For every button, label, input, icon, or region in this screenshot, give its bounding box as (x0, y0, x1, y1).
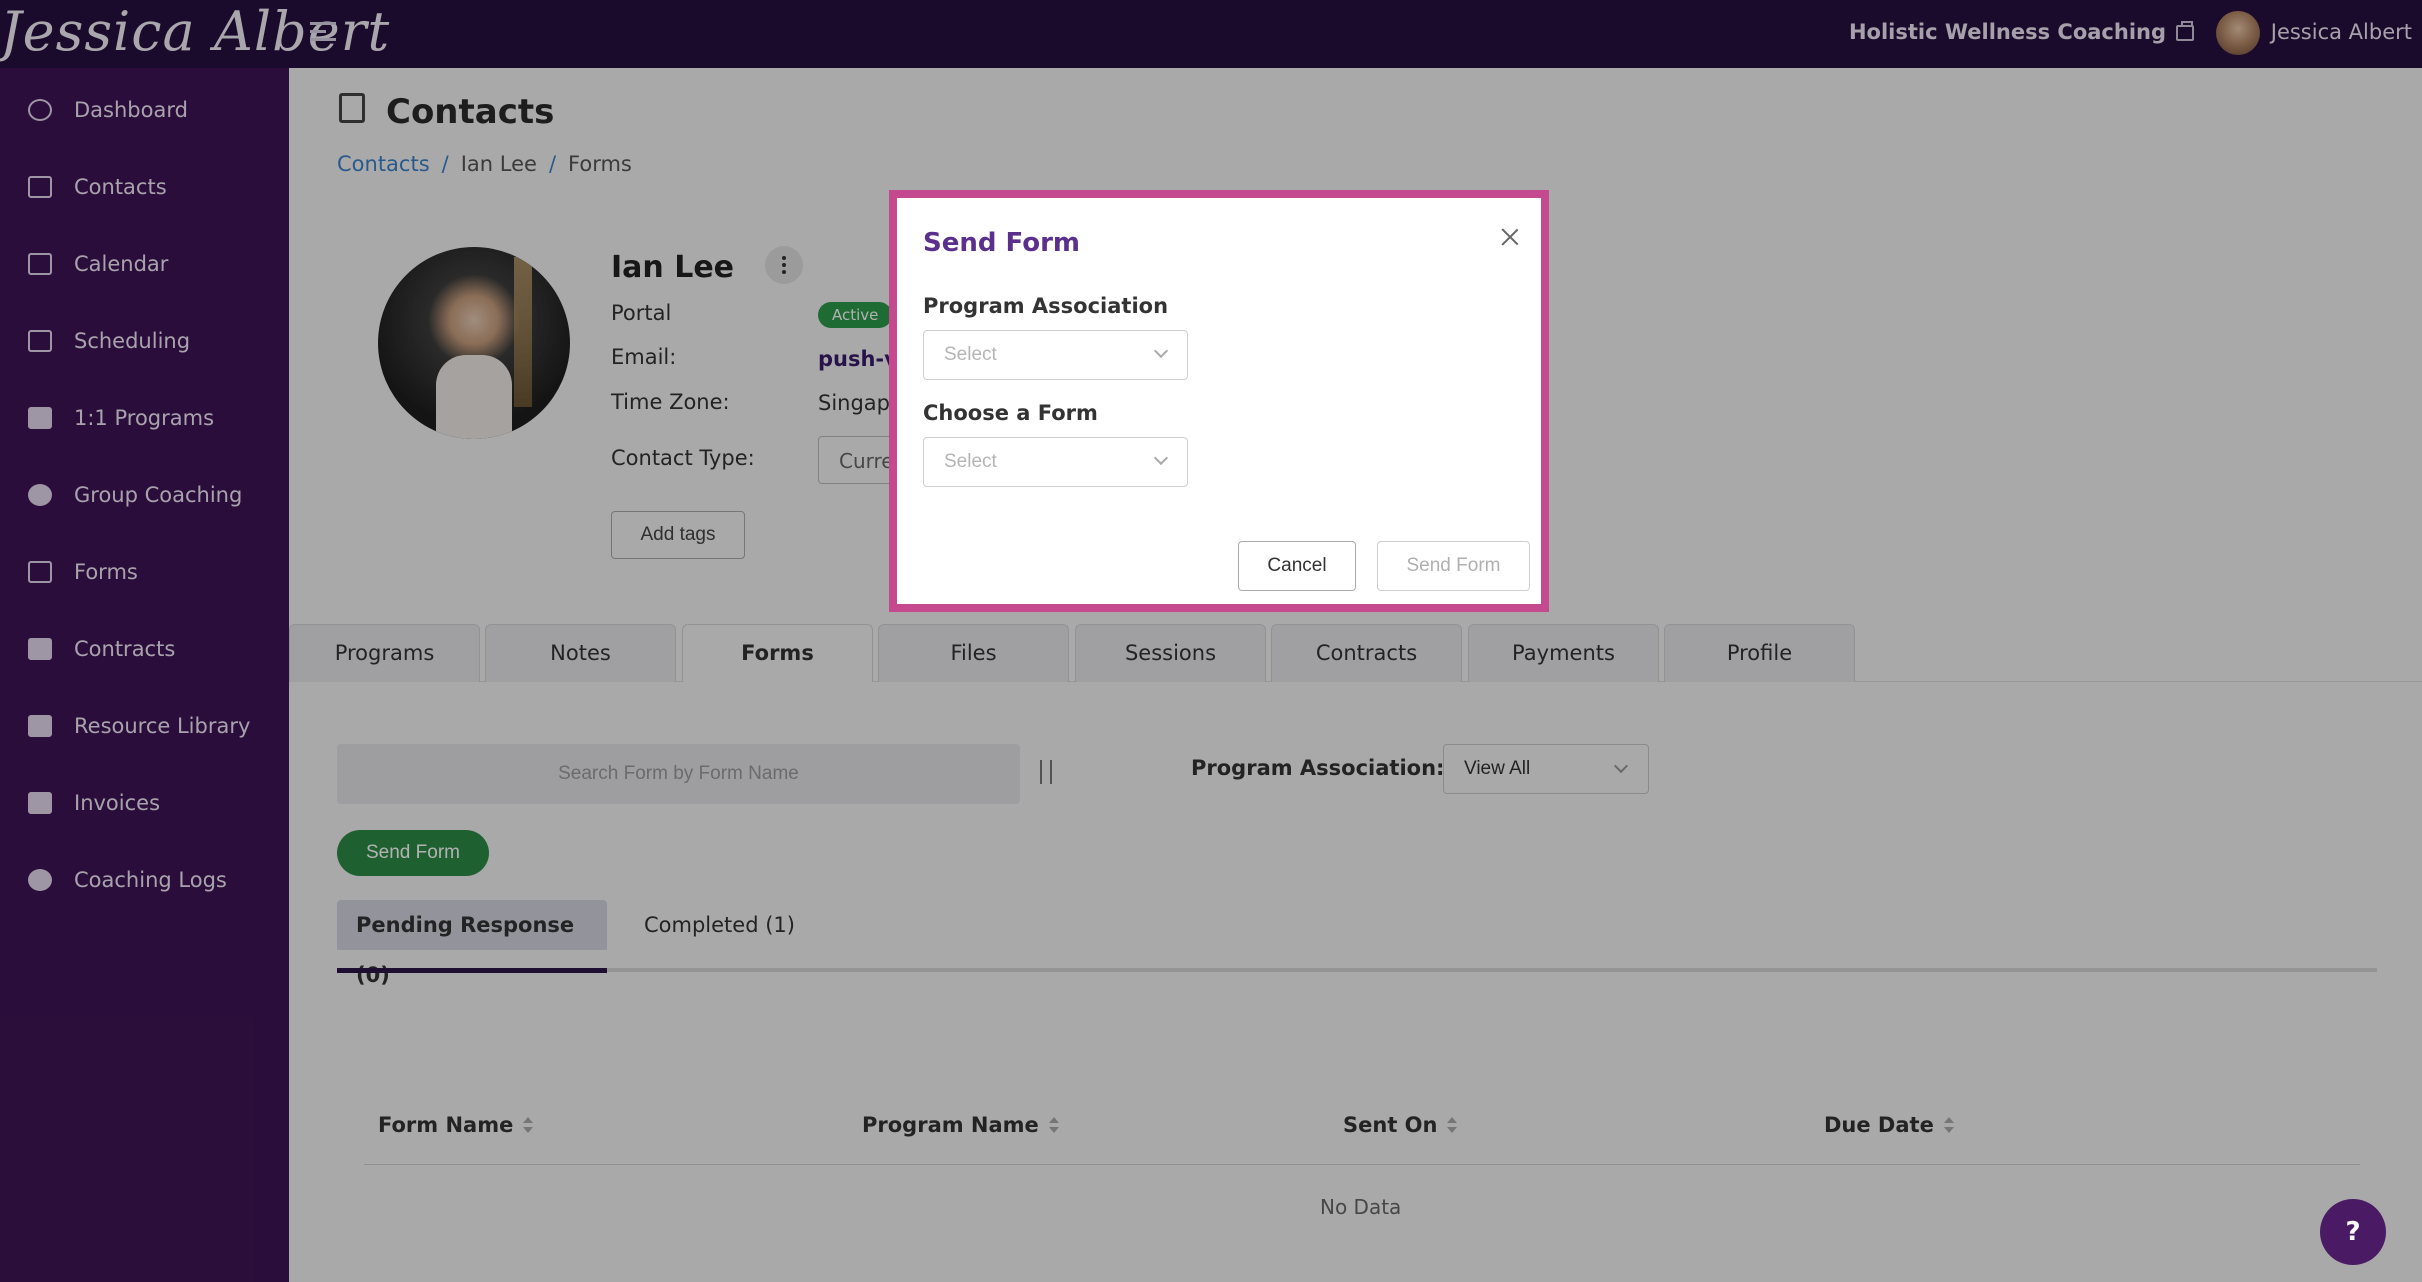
help-button[interactable]: ? (2320, 1199, 2386, 1265)
chevron-down-icon (1153, 450, 1169, 466)
cancel-button[interactable]: Cancel (1238, 541, 1356, 591)
chevron-down-icon (1153, 343, 1169, 359)
submit-send-form-button[interactable]: Send Form (1377, 541, 1530, 591)
select-placeholder: Select (944, 344, 997, 365)
dialog-title: Send Form (923, 228, 1081, 258)
program-association-field-label: Program Association (923, 294, 1169, 318)
choose-form-select[interactable]: Select (923, 437, 1188, 487)
program-association-select[interactable]: Select (923, 330, 1188, 380)
choose-form-field-label: Choose a Form (923, 401, 1098, 425)
select-placeholder: Select (944, 451, 997, 472)
close-icon[interactable] (1501, 228, 1519, 246)
send-form-dialog: Send Form Program Association Select Cho… (889, 190, 1549, 612)
